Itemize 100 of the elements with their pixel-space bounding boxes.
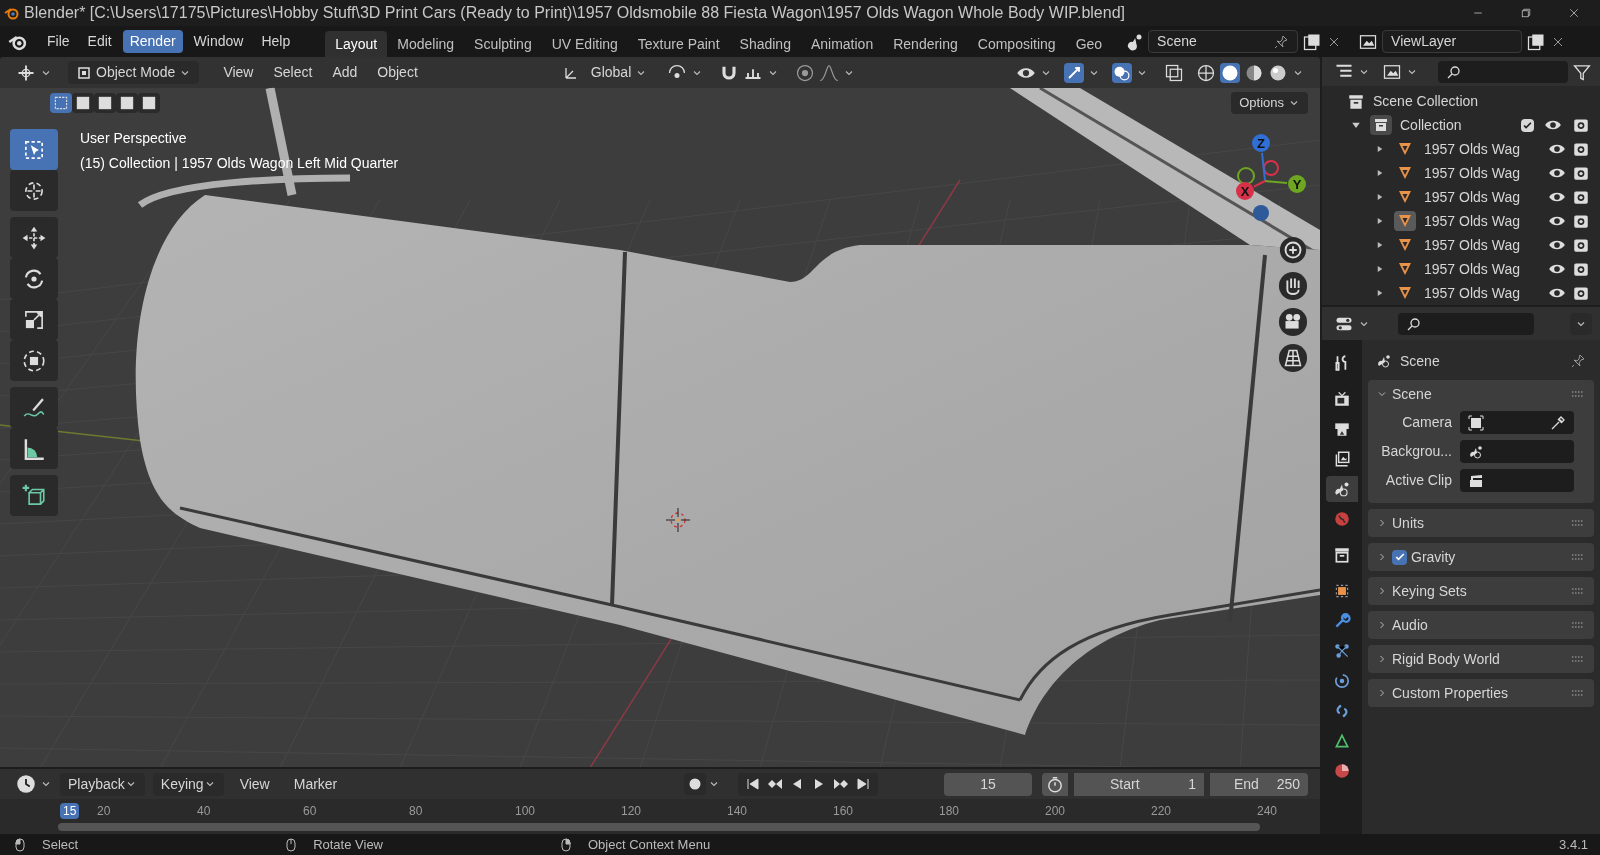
outliner-item[interactable]: 1957 Olds Wag <box>1424 258 1520 280</box>
menu-item[interactable]: Marker <box>285 772 346 796</box>
checkbox[interactable] <box>1392 549 1407 565</box>
tool-button[interactable] <box>10 217 58 258</box>
field[interactable] <box>1460 440 1574 463</box>
selection-mode-icon[interactable] <box>50 93 72 113</box>
pin-icon[interactable] <box>1570 353 1586 369</box>
panel-title[interactable]: Keying Sets <box>1392 580 1467 602</box>
camera-icon[interactable] <box>1572 284 1590 302</box>
falloff-curve-icon[interactable] <box>819 62 840 83</box>
workspace-tab[interactable]: UV Editing <box>541 31 628 57</box>
camera-icon[interactable] <box>1572 212 1590 230</box>
current-frame-field[interactable]: 15 <box>944 772 1032 796</box>
workspace-tab[interactable]: Modeling <box>387 31 465 57</box>
selection-mode-icon[interactable] <box>72 93 94 113</box>
navigation-gizmo[interactable] <box>1237 151 1289 221</box>
hand-icon[interactable] <box>1278 271 1308 301</box>
gizmo-icon[interactable] <box>1064 62 1084 83</box>
camera-icon[interactable] <box>1572 260 1590 278</box>
view-layer-field[interactable]: ViewLayer <box>1382 30 1523 53</box>
outliner-item[interactable]: 1957 Olds Wag <box>1424 138 1520 160</box>
search-field[interactable] <box>1398 312 1534 335</box>
menu-item[interactable]: Add <box>324 62 366 83</box>
outliner-item[interactable]: 1957 Olds Wag <box>1424 210 1520 232</box>
menu-item[interactable]: Render <box>122 30 183 53</box>
start-frame-field[interactable]: Start 1 <box>1074 772 1204 796</box>
workspace-tab[interactable]: Compositing <box>967 31 1066 57</box>
camera-icon[interactable] <box>1572 140 1590 158</box>
tool-button[interactable] <box>10 387 58 428</box>
axis-dot[interactable] <box>1288 175 1306 193</box>
stopwatch-icon[interactable] <box>1042 772 1068 796</box>
camera-icon[interactable] <box>1572 116 1590 134</box>
menu-item[interactable]: View <box>215 62 262 83</box>
panel-title[interactable]: Rigid Body World <box>1392 648 1500 670</box>
workspace-tab[interactable]: Geo <box>1065 31 1113 57</box>
workspace-tab[interactable]: Shading <box>729 31 801 57</box>
menu-item[interactable]: Object <box>369 62 426 83</box>
tool-button[interactable] <box>10 340 58 381</box>
search-field[interactable] <box>1438 60 1568 83</box>
panel-title[interactable]: Gravity <box>1411 546 1456 568</box>
options-dropdown[interactable]: Options <box>1231 92 1308 114</box>
menu-item[interactable]: Edit <box>80 30 119 53</box>
end-frame-field[interactable]: End 250 <box>1210 772 1308 796</box>
menu-item[interactable]: Help <box>254 30 298 53</box>
zoom-icon[interactable] <box>1278 235 1308 265</box>
menu-item[interactable]: Playback <box>60 772 145 796</box>
camera-icon[interactable] <box>1572 164 1590 182</box>
camera-icon[interactable] <box>1572 188 1590 206</box>
mesh-object-icon[interactable] <box>1394 211 1416 231</box>
maximize-icon[interactable] <box>1520 7 1532 19</box>
menu-item[interactable]: Keying <box>152 772 224 796</box>
mode-dropdown[interactable]: Object Mode <box>68 61 200 84</box>
panel-title[interactable]: Audio <box>1392 614 1428 636</box>
orientation-dropdown[interactable]: Global <box>554 61 656 84</box>
axis-dot[interactable] <box>1236 182 1254 200</box>
outliner-item[interactable]: Scene Collection <box>1373 91 1479 112</box>
workspace-tab[interactable]: Animation <box>800 31 884 57</box>
outliner-item[interactable]: 1957 Olds Wag <box>1424 282 1520 304</box>
field[interactable] <box>1460 411 1574 434</box>
menu-item[interactable]: File <box>40 30 77 53</box>
grid-icon[interactable] <box>1278 343 1308 373</box>
panel-title[interactable]: Scene <box>1392 383 1432 405</box>
options-dropdown[interactable] <box>1570 312 1592 335</box>
eyedropper-icon[interactable] <box>1550 414 1566 431</box>
wireframe-shading-icon[interactable] <box>1196 62 1216 83</box>
workspace-tab[interactable]: Layout <box>325 31 388 57</box>
menu-item[interactable]: Select <box>265 62 321 83</box>
tool-button[interactable] <box>10 475 58 516</box>
axis-dot[interactable] <box>1252 134 1270 152</box>
timeline-scrollbar[interactable] <box>58 823 1260 831</box>
selection-mode-icon[interactable] <box>138 93 160 113</box>
outliner-item[interactable]: 1957 Olds Wag <box>1424 234 1520 256</box>
workspace-tab[interactable]: Texture Paint <box>627 31 730 57</box>
menu-item[interactable]: View <box>231 772 278 796</box>
checkbox[interactable] <box>1521 118 1534 132</box>
menu-item[interactable]: Window <box>186 30 251 53</box>
scene-tab-icon[interactable] <box>1326 476 1358 502</box>
panel-title[interactable]: Custom Properties <box>1392 682 1508 704</box>
solid-shading-icon[interactable] <box>1220 62 1240 83</box>
outliner-item[interactable]: 1957 Olds Wag <box>1424 186 1520 208</box>
proportional-edit-icon[interactable] <box>795 62 816 83</box>
tool-button[interactable] <box>10 170 58 211</box>
camera-icon[interactable] <box>1572 236 1590 254</box>
clip-field-icon <box>1468 472 1484 489</box>
editor-type-icon[interactable] <box>16 774 36 794</box>
record-icon[interactable] <box>684 773 707 795</box>
workspace-tab[interactable]: Sculpting <box>464 31 542 57</box>
camera-icon[interactable] <box>1278 307 1308 337</box>
outliner-item[interactable]: Collection <box>1400 114 1462 136</box>
scene-field[interactable]: Scene <box>1148 30 1299 53</box>
close-icon[interactable] <box>1568 7 1580 19</box>
overlay-icon[interactable] <box>1112 62 1132 83</box>
pin-icon[interactable] <box>1273 33 1290 50</box>
outliner-item[interactable]: 1957 Olds Wag <box>1424 162 1520 184</box>
xray-icon[interactable] <box>1164 62 1184 83</box>
playhead-frame-marker[interactable]: 15 <box>60 803 80 819</box>
field[interactable] <box>1460 469 1574 492</box>
tool-button[interactable] <box>10 428 58 469</box>
panel-title[interactable]: Units <box>1392 512 1424 534</box>
workspace-tab[interactable]: Rendering <box>883 31 968 57</box>
